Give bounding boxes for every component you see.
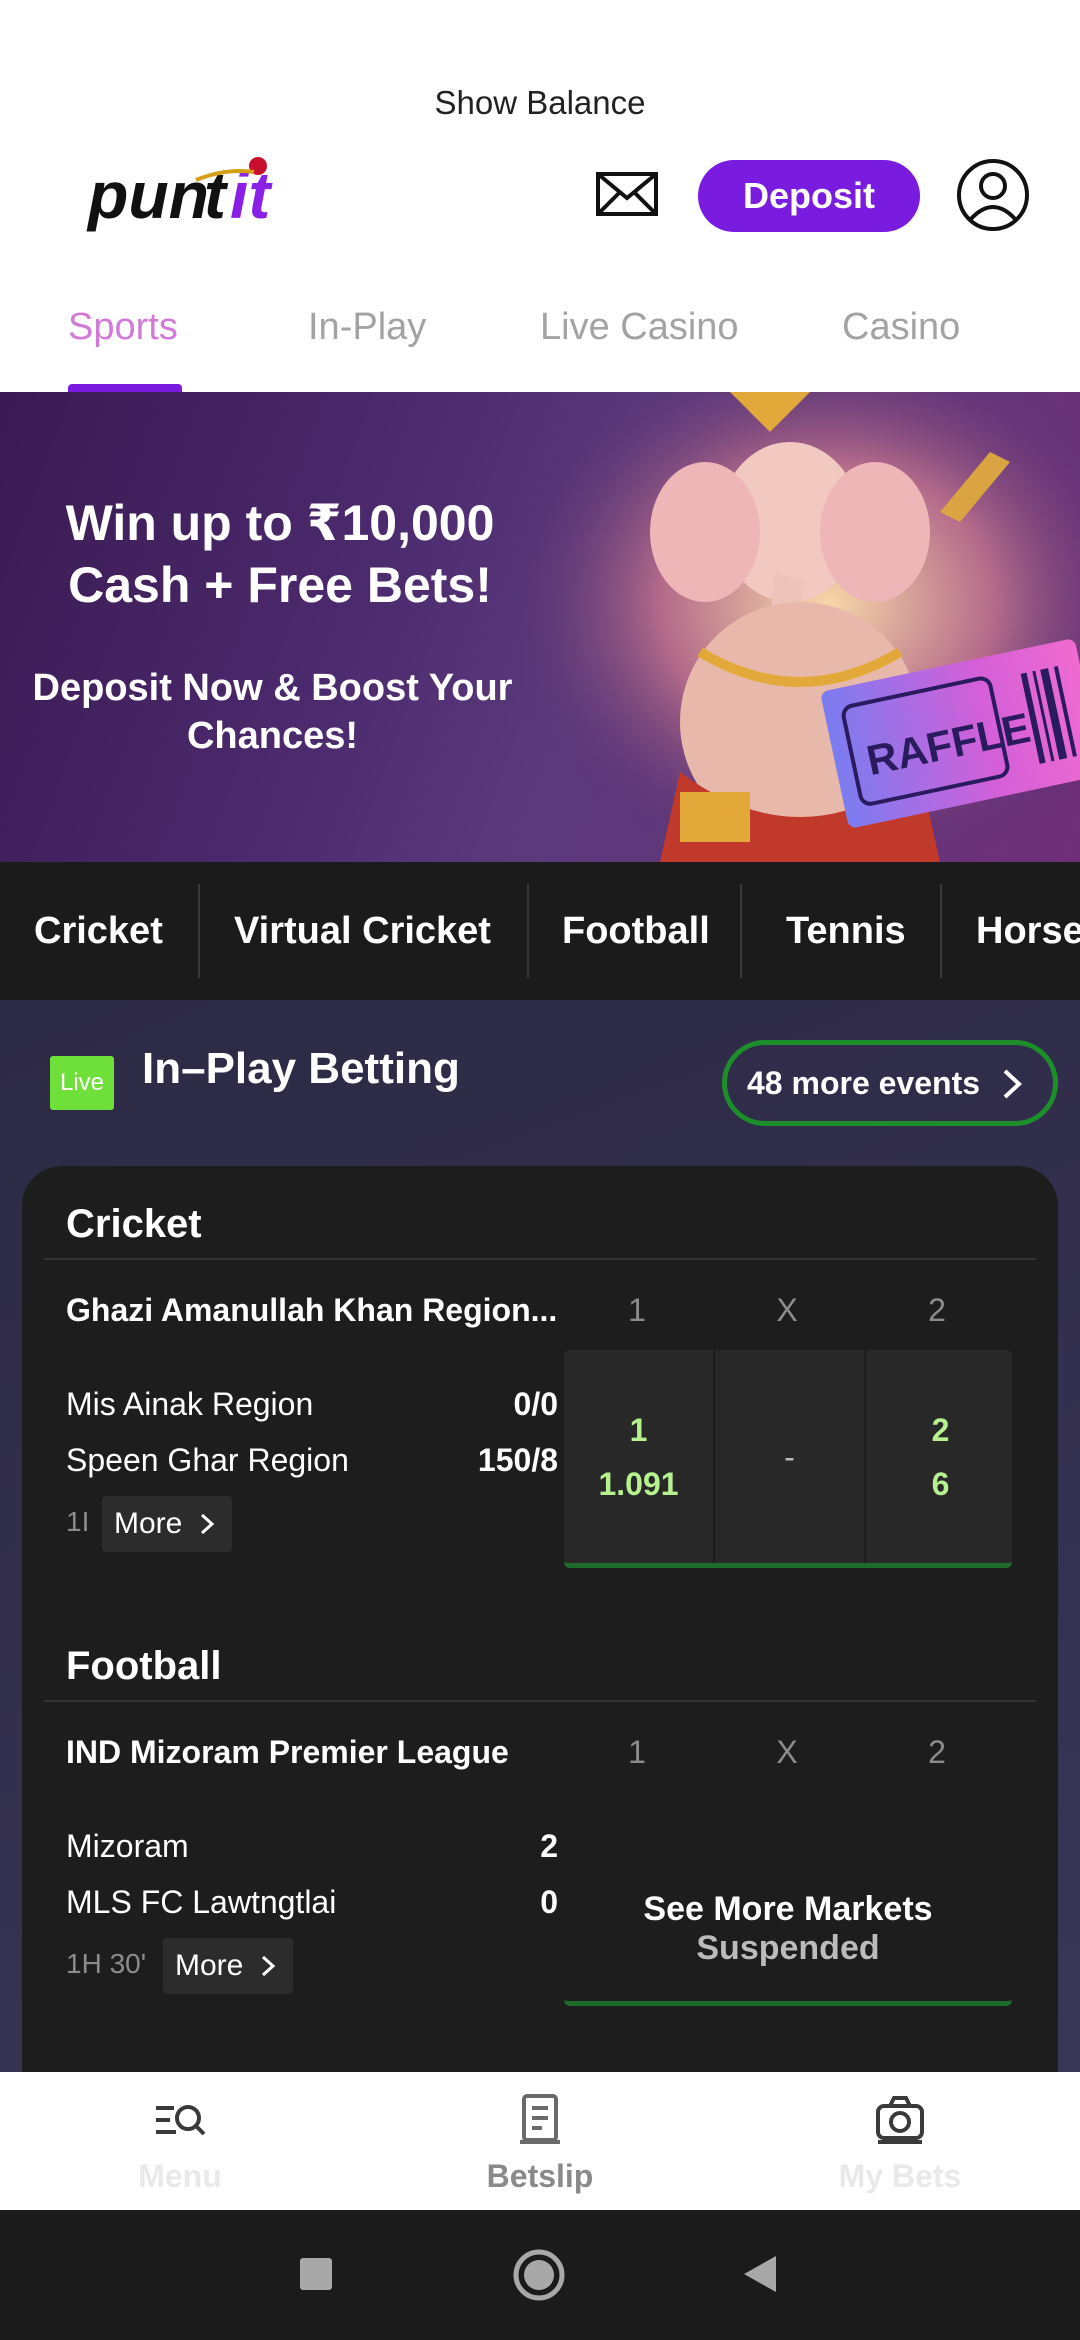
divider bbox=[44, 1258, 1036, 1260]
match-status: 1I bbox=[66, 1506, 90, 1537]
team-home: Mizoram bbox=[66, 1828, 189, 1864]
bottom-navigation: Menu Betslip My Bets bbox=[0, 2072, 1080, 2210]
score-away: 0 bbox=[540, 1884, 558, 1920]
team-away: MLS FC Lawtngtlai bbox=[66, 1884, 337, 1920]
banner-sub-line-1: Deposit Now & Boost Your bbox=[32, 667, 513, 709]
column-header-2: 2 bbox=[928, 1734, 946, 1770]
banner-headline-line-2: Cash + Free Bets! bbox=[68, 557, 492, 613]
odds-value: - bbox=[784, 1438, 795, 1475]
active-tab-indicator bbox=[68, 384, 182, 392]
home-button[interactable] bbox=[512, 2248, 566, 2302]
more-events-button[interactable]: 48 more events bbox=[722, 1040, 1058, 1126]
sports-category-bar: Cricket Virtual Cricket Football Tennis … bbox=[0, 862, 1080, 1000]
more-label: More bbox=[175, 1949, 244, 1982]
odds-cell-1[interactable]: 1 1.091 bbox=[564, 1350, 713, 1563]
odds-value: 1.091 bbox=[598, 1465, 679, 1502]
deposit-button[interactable]: Deposit bbox=[698, 160, 920, 232]
odds-box: 1 1.091 - 2 6 bbox=[564, 1350, 1012, 1568]
betslip-icon bbox=[520, 2094, 560, 2144]
live-badge: Live bbox=[50, 1056, 114, 1110]
odds-cell-2[interactable]: 2 6 bbox=[866, 1350, 1015, 1563]
divider bbox=[740, 884, 742, 978]
team-away: Speen Ghar Region bbox=[66, 1442, 349, 1478]
banner-headline-line-1: Win up to ₹10,000 bbox=[65, 495, 495, 551]
divider bbox=[527, 884, 529, 978]
see-more-markets-label: See More Markets bbox=[643, 1889, 933, 1928]
back-button[interactable] bbox=[742, 2254, 778, 2294]
system-navigation-bar bbox=[0, 2210, 1080, 2340]
nav-menu-label: Menu bbox=[138, 2158, 222, 2194]
my-bets-icon bbox=[876, 2096, 924, 2144]
match-status: 1H 30' bbox=[66, 1948, 147, 1979]
markets-suspended-box[interactable]: See More Markets Suspended bbox=[564, 1856, 1012, 2006]
nav-menu[interactable]: Menu bbox=[0, 2072, 360, 2210]
divider bbox=[44, 1700, 1036, 1702]
ganesha-raffle-illustration: RAFFLE bbox=[520, 392, 1080, 862]
puntit-logo[interactable]: pun t it bbox=[86, 150, 316, 240]
tab-sports[interactable]: Sports bbox=[68, 306, 178, 349]
tab-casino[interactable]: Casino bbox=[842, 306, 960, 349]
top-tabs: Sports In-Play Live Casino Casino bbox=[0, 300, 1080, 392]
in-play-title: In–Play Betting bbox=[142, 1044, 460, 1093]
more-markets-button[interactable]: More bbox=[102, 1496, 233, 1552]
chevron-right-icon bbox=[201, 1513, 215, 1535]
sport-tab-horse[interactable]: Horse bbox=[976, 862, 1080, 1000]
column-header-1: 1 bbox=[628, 1734, 646, 1770]
menu-search-icon bbox=[156, 2105, 206, 2136]
sport-tab-tennis[interactable]: Tennis bbox=[786, 862, 906, 1000]
odds-label: 2 bbox=[931, 1411, 950, 1448]
more-events-label: 48 more events bbox=[747, 1064, 981, 1101]
score-home: 2 bbox=[540, 1828, 558, 1864]
app-screen: Show Balance pun t it Deposit Sports In-… bbox=[0, 0, 1080, 2340]
divider bbox=[940, 884, 942, 978]
recents-button[interactable] bbox=[300, 2258, 332, 2290]
nav-my-bets-label: My Bets bbox=[838, 2158, 962, 2194]
show-balance-link[interactable]: Show Balance bbox=[0, 84, 1080, 122]
league-name[interactable]: IND Mizoram Premier League bbox=[66, 1734, 509, 1771]
league-name[interactable]: Ghazi Amanullah Khan Region... bbox=[66, 1292, 557, 1329]
more-markets-button[interactable]: More bbox=[163, 1938, 294, 1994]
tab-live-casino[interactable]: Live Casino bbox=[540, 306, 739, 349]
column-header-x: X bbox=[776, 1734, 798, 1770]
svg-text:t: t bbox=[204, 158, 229, 232]
score-away: 150/8 bbox=[477, 1442, 558, 1478]
nav-betslip-label: Betslip bbox=[486, 2158, 594, 2194]
divider bbox=[198, 884, 200, 978]
sport-tab-cricket[interactable]: Cricket bbox=[34, 862, 163, 1000]
nav-my-bets[interactable]: My Bets bbox=[720, 2072, 1080, 2210]
chevron-right-icon bbox=[1003, 1069, 1022, 1099]
header: Show Balance pun t it Deposit Sports In-… bbox=[0, 0, 1080, 392]
column-header-x: X bbox=[776, 1292, 798, 1328]
svg-text:pun: pun bbox=[86, 158, 209, 232]
tab-in-play[interactable]: In-Play bbox=[308, 306, 426, 349]
sport-tab-virtual-cricket[interactable]: Virtual Cricket bbox=[234, 862, 491, 1000]
section-title-football: Football bbox=[66, 1644, 222, 1688]
banner-sub-line-2: Chances! bbox=[186, 715, 359, 757]
chevron-right-icon bbox=[262, 1955, 276, 1977]
promo-banner[interactable]: RAFFLE Win up to ₹10,000 Cash + Free Bet… bbox=[0, 392, 1080, 862]
account-icon[interactable] bbox=[956, 158, 1030, 232]
odds-cell-x[interactable]: - bbox=[715, 1350, 864, 1563]
odds-value: 6 bbox=[931, 1465, 950, 1502]
suspended-label: Suspended bbox=[696, 1928, 880, 1967]
team-home: Mis Ainak Region bbox=[66, 1386, 314, 1422]
nav-betslip[interactable]: Betslip bbox=[360, 2072, 720, 2210]
more-label: More bbox=[114, 1507, 183, 1540]
in-play-section: Live In–Play Betting 48 more events Cric… bbox=[0, 1000, 1080, 2072]
section-title-cricket: Cricket bbox=[66, 1202, 202, 1246]
banner-subheadline: Deposit Now & Boost Your Chances! bbox=[20, 664, 525, 760]
column-header-1: 1 bbox=[628, 1292, 646, 1328]
odds-label: 1 bbox=[629, 1411, 648, 1448]
score-home: 0/0 bbox=[513, 1386, 558, 1422]
column-header-2: 2 bbox=[928, 1292, 946, 1328]
banner-headline: Win up to ₹10,000 Cash + Free Bets! bbox=[20, 492, 540, 616]
mail-icon[interactable] bbox=[596, 172, 658, 216]
sport-tab-football[interactable]: Football bbox=[562, 862, 710, 1000]
events-card: Cricket Ghazi Amanullah Khan Region... 1… bbox=[22, 1166, 1058, 2072]
